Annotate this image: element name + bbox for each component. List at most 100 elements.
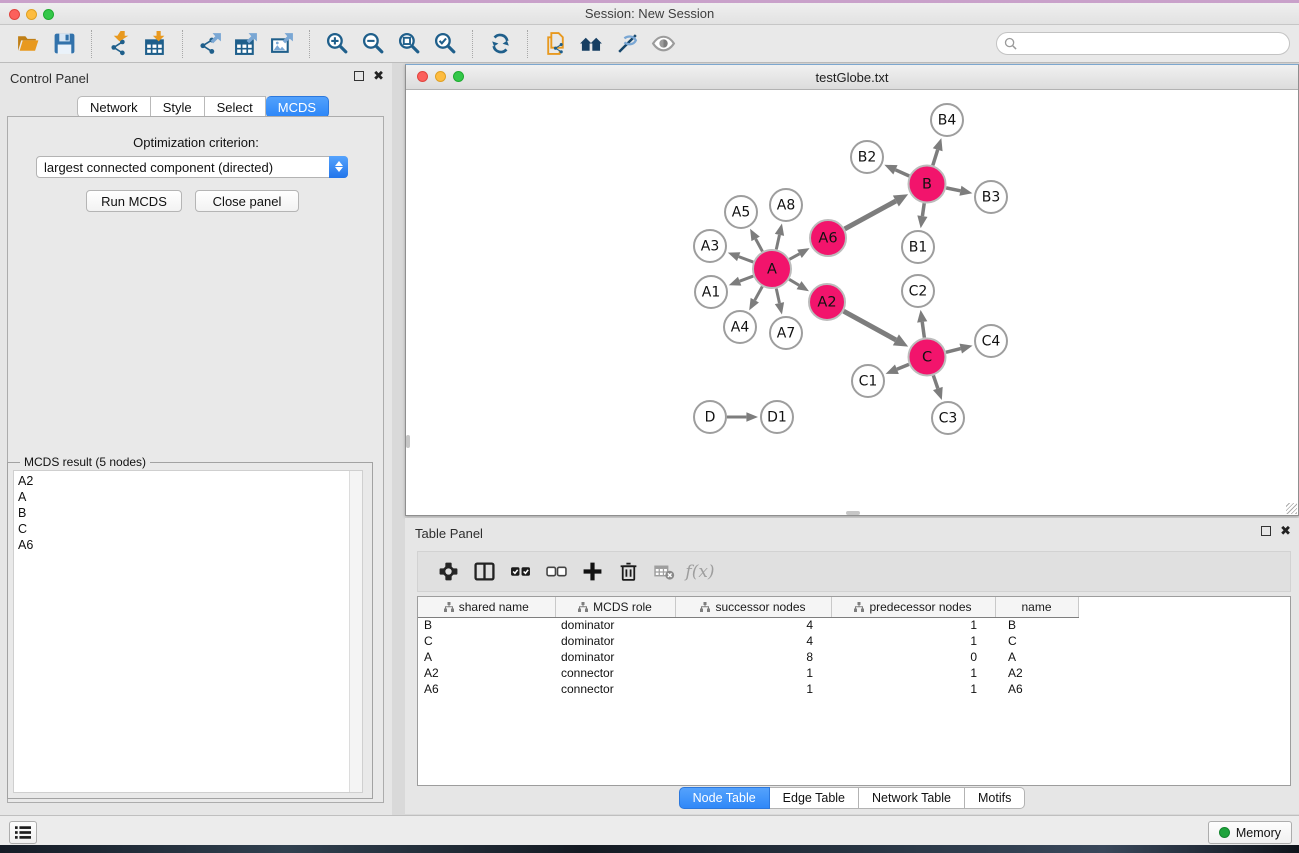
refresh-view-icon[interactable] xyxy=(485,29,515,59)
mcds-result-item[interactable]: A2 xyxy=(18,473,362,489)
table-cell[interactable]: 1 xyxy=(831,633,995,649)
table-cell[interactable]: connector xyxy=(555,665,675,681)
graph-edge-C-C1[interactable] xyxy=(897,364,909,369)
table-cell[interactable]: connector xyxy=(555,681,675,697)
graph-edge-A2-C[interactable] xyxy=(844,311,896,340)
tab-style[interactable]: Style xyxy=(151,96,205,118)
network-canvas[interactable]: AA6A2BCA5A8A3A1A4A7B2B4B3B1C2C4C1C3DD1 xyxy=(406,90,1298,515)
table-cell[interactable]: 1 xyxy=(831,617,995,633)
tab-network[interactable]: Network xyxy=(77,96,151,118)
settings-icon[interactable] xyxy=(430,557,466,587)
graph-edge-B-B1[interactable] xyxy=(922,203,924,216)
import-table-icon[interactable] xyxy=(140,29,170,59)
graph-edge-B-B3[interactable] xyxy=(946,188,960,191)
export-table-icon[interactable] xyxy=(231,29,261,59)
table-cell[interactable]: 0 xyxy=(831,649,995,665)
table-cell[interactable]: A2 xyxy=(995,665,1078,681)
graph-edge-A-A2[interactable] xyxy=(789,279,799,285)
column-header-successor-nodes[interactable]: successor nodes xyxy=(675,597,831,617)
first-neighbors-icon[interactable] xyxy=(576,29,606,59)
create-column-icon[interactable] xyxy=(574,557,610,587)
copy-network-icon[interactable] xyxy=(540,29,570,59)
table-row[interactable]: A6connector11A6 xyxy=(418,681,1288,697)
close-panel-icon[interactable]: ✖ xyxy=(373,71,384,81)
table-cell[interactable]: A xyxy=(418,649,555,665)
split-panel-icon[interactable] xyxy=(466,557,502,587)
criterion-dropdown[interactable]: largest connected component (directed) xyxy=(36,156,348,178)
import-network-icon[interactable] xyxy=(104,29,134,59)
canvas-vertical-scrollbar[interactable] xyxy=(406,435,410,448)
table-row[interactable]: Bdominator41B xyxy=(418,617,1288,633)
table-cell[interactable]: dominator xyxy=(555,617,675,633)
memory-button[interactable]: Memory xyxy=(1208,821,1292,844)
mcds-result-item[interactable]: B xyxy=(18,505,362,521)
mcds-result-item[interactable]: A6 xyxy=(18,537,362,553)
graph-edge-C-C3[interactable] xyxy=(933,375,937,388)
save-session-icon[interactable] xyxy=(49,29,79,59)
table-cell[interactable]: A2 xyxy=(418,665,555,681)
column-header-predecessor-nodes[interactable]: predecessor nodes xyxy=(831,597,995,617)
mcds-result-item[interactable]: C xyxy=(18,521,362,537)
float-table-panel-icon[interactable] xyxy=(1261,526,1271,536)
table-cell[interactable]: A xyxy=(995,649,1078,665)
select-all-icon[interactable] xyxy=(502,557,538,587)
tab-select[interactable]: Select xyxy=(205,96,266,118)
show-panels-button[interactable] xyxy=(9,821,37,844)
column-header-MCDS-role[interactable]: MCDS role xyxy=(555,597,675,617)
table-cell[interactable]: B xyxy=(418,617,555,633)
float-panel-icon[interactable] xyxy=(354,71,364,81)
table-cell[interactable]: 4 xyxy=(675,633,831,649)
run-mcds-button[interactable]: Run MCDS xyxy=(86,190,182,212)
delete-column-icon[interactable] xyxy=(610,557,646,587)
tab-mcds[interactable]: MCDS xyxy=(266,96,329,118)
export-image-icon[interactable] xyxy=(267,29,297,59)
table-row[interactable]: Adominator80A xyxy=(418,649,1288,665)
graph-edge-C-C2[interactable] xyxy=(922,322,924,338)
graph-edge-A-A1[interactable] xyxy=(740,276,754,281)
close-panel-button[interactable]: Close panel xyxy=(195,190,299,212)
graph-edge-A-A3[interactable] xyxy=(739,257,754,262)
graph-edge-A-A7[interactable] xyxy=(776,289,779,304)
export-network-icon[interactable] xyxy=(195,29,225,59)
toggle-graphics-details-icon[interactable] xyxy=(612,29,642,59)
zoom-out-icon[interactable] xyxy=(358,29,388,59)
zoom-fit-icon[interactable] xyxy=(394,29,424,59)
zoom-in-icon[interactable] xyxy=(322,29,352,59)
table-row[interactable]: Cdominator41C xyxy=(418,633,1288,649)
graph-edge-B-B4[interactable] xyxy=(933,150,938,166)
graph-edge-A6-B[interactable] xyxy=(845,201,896,229)
graph-edge-A-A6[interactable] xyxy=(789,254,799,260)
tab-edge-table[interactable]: Edge Table xyxy=(770,787,859,809)
tab-motifs[interactable]: Motifs xyxy=(965,787,1025,809)
column-header-shared-name[interactable]: shared name xyxy=(418,597,555,617)
table-cell[interactable]: 1 xyxy=(675,681,831,697)
canvas-horizontal-scrollbar[interactable] xyxy=(846,511,860,515)
graph-edge-A-A4[interactable] xyxy=(755,287,763,301)
open-file-icon[interactable] xyxy=(13,29,43,59)
graph-edge-A-A5[interactable] xyxy=(756,239,763,252)
search-input[interactable] xyxy=(1021,35,1289,53)
table-cell[interactable]: 1 xyxy=(831,681,995,697)
graph-edge-A-A8[interactable] xyxy=(776,235,779,250)
result-scrollbar[interactable] xyxy=(349,471,362,792)
table-cell[interactable]: 8 xyxy=(675,649,831,665)
table-cell[interactable]: C xyxy=(418,633,555,649)
table-cell[interactable]: 1 xyxy=(831,665,995,681)
mcds-result-item[interactable]: A xyxy=(18,489,362,505)
table-cell[interactable]: A6 xyxy=(995,681,1078,697)
table-cell[interactable]: A6 xyxy=(418,681,555,697)
window-resize-grip[interactable] xyxy=(1286,503,1297,514)
close-table-panel-icon[interactable]: ✖ xyxy=(1280,526,1291,536)
table-cell[interactable]: C xyxy=(995,633,1078,649)
graph-edge-C-C4[interactable] xyxy=(946,349,961,353)
table-cell[interactable]: B xyxy=(995,617,1078,633)
table-cell[interactable]: dominator xyxy=(555,633,675,649)
network-window-titlebar[interactable]: testGlobe.txt xyxy=(406,65,1298,90)
search-box[interactable] xyxy=(996,32,1290,55)
tab-network-table[interactable]: Network Table xyxy=(859,787,965,809)
table-cell[interactable]: 1 xyxy=(675,665,831,681)
table-cell[interactable]: dominator xyxy=(555,649,675,665)
table-cell[interactable]: 4 xyxy=(675,617,831,633)
column-header-name[interactable]: name xyxy=(995,597,1078,617)
deselect-all-icon[interactable] xyxy=(538,557,574,587)
